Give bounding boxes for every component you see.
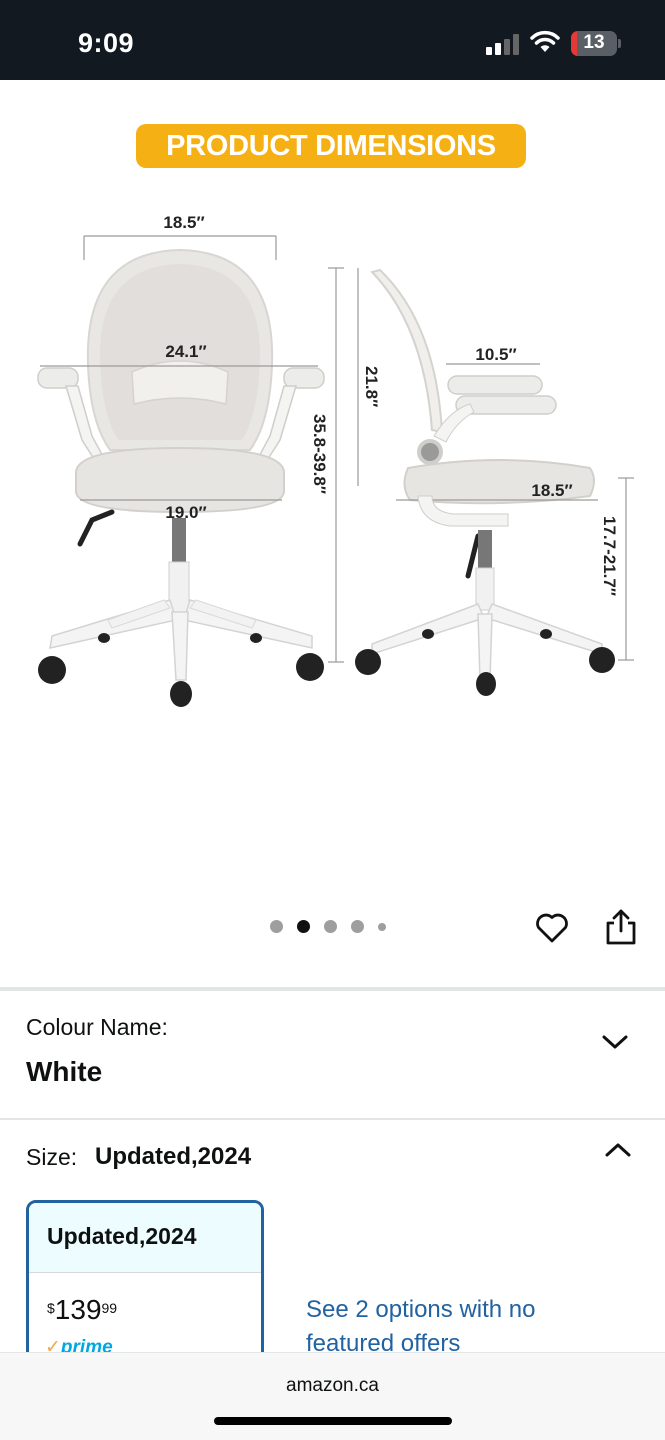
- carousel-dot-active[interactable]: [297, 920, 310, 933]
- dimensions-badge-label: PRODUCT DIMENSIONS: [166, 129, 496, 162]
- battery-level: 13: [583, 32, 605, 53]
- colour-label: Colour Name:: [26, 1014, 168, 1040]
- chevron-up-icon[interactable]: [603, 1140, 633, 1160]
- carousel-dot[interactable]: [351, 920, 364, 933]
- colour-value[interactable]: White: [26, 1056, 102, 1088]
- dim-back-height: 21.8″: [362, 366, 381, 407]
- wifi-icon: [530, 30, 560, 52]
- cellular-signal-icon: [486, 33, 522, 55]
- dim-seat-height: 17.7-21.7″: [600, 516, 619, 596]
- price: $ 139 99: [47, 1295, 117, 1325]
- chair-dimensions-illustration: 18.5″ 24.1″ 19.0″ 35.8-39.8″ 21.8″ 10.5″…: [37, 213, 634, 707]
- carousel-dot[interactable]: [270, 920, 283, 933]
- size-option-title: Updated,2024: [29, 1203, 261, 1273]
- status-time: 9:09: [78, 28, 135, 58]
- dim-arm-width: 24.1″: [165, 342, 206, 361]
- price-currency: $: [47, 1300, 55, 1316]
- url-bar[interactable]: amazon.ca: [0, 1375, 665, 1397]
- dim-total-height: 35.8-39.8″: [310, 414, 329, 494]
- chevron-down-icon[interactable]: [600, 1032, 630, 1052]
- size-label: Size:: [26, 1144, 78, 1170]
- section-divider: [0, 987, 665, 991]
- section-divider: [0, 1118, 665, 1120]
- browser-bottom-bar: amazon.ca: [0, 1352, 665, 1440]
- price-whole: 139: [54, 1294, 102, 1325]
- dim-back-width: 18.5″: [163, 213, 204, 232]
- carousel-dot[interactable]: [324, 920, 337, 933]
- dimensions-badge: PRODUCT DIMENSIONS: [136, 124, 526, 168]
- battery-icon: 13: [571, 31, 617, 56]
- carousel-dots[interactable]: [270, 920, 400, 933]
- carousel-dot[interactable]: [378, 922, 386, 931]
- dim-armrest-length: 10.5″: [475, 345, 516, 364]
- status-bar: 9:09 13: [0, 0, 665, 80]
- dim-seat-depth: 18.5″: [531, 481, 572, 500]
- heart-icon[interactable]: [533, 908, 571, 946]
- see-options-link[interactable]: See 2 options with no featured offers: [306, 1293, 546, 1361]
- size-value: Updated,2024: [95, 1143, 252, 1170]
- share-icon[interactable]: [603, 907, 639, 947]
- home-indicator[interactable]: [214, 1417, 452, 1425]
- battery-nub: [618, 39, 621, 48]
- product-image[interactable]: PRODUCT DIMENSIONS 18.5″ 24.1″ 19.0″ 35.…: [0, 80, 665, 910]
- price-fraction: 99: [101, 1300, 118, 1316]
